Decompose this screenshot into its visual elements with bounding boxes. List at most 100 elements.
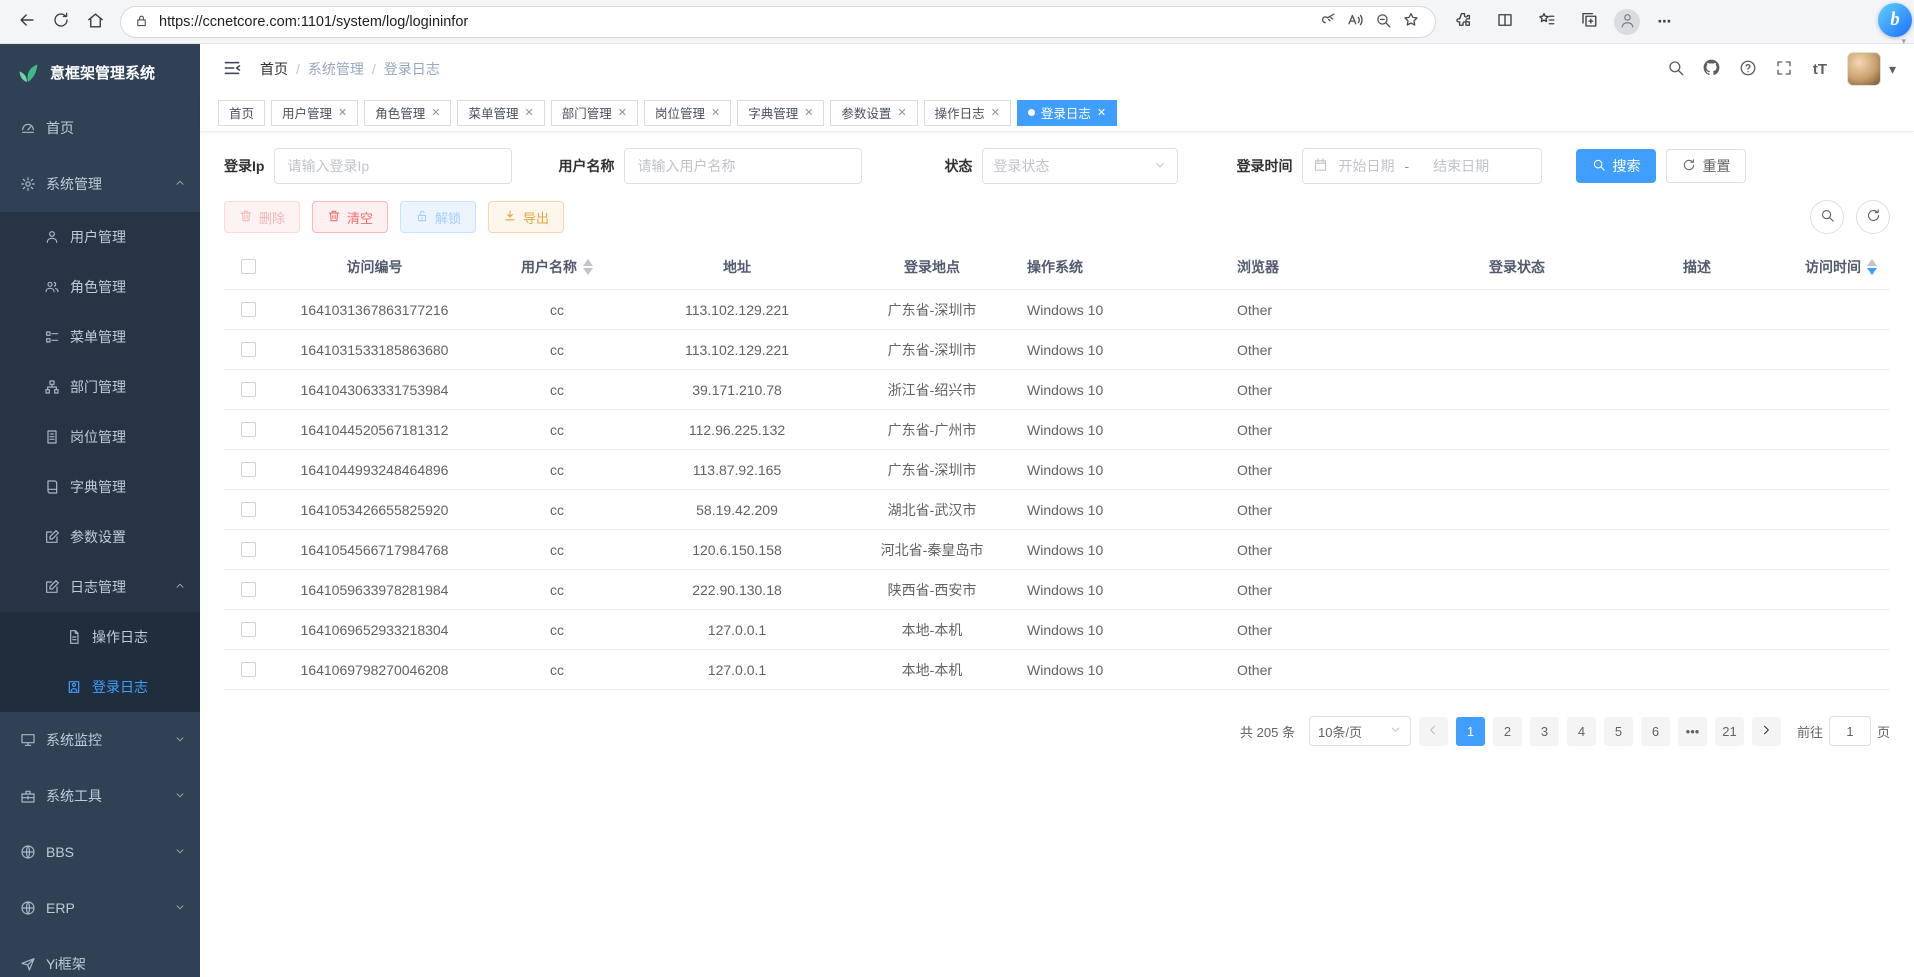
- row-checkbox[interactable]: [241, 502, 256, 517]
- sidebar-item-15[interactable]: ERP: [0, 880, 200, 936]
- home-icon[interactable]: [78, 5, 112, 39]
- tab-close-icon[interactable]: ✕: [618, 106, 627, 119]
- table-row[interactable]: 1641044520567181312cc112.96.225.132广东省-广…: [224, 410, 1890, 450]
- jump-page-input[interactable]: [1829, 716, 1871, 746]
- page-size-select[interactable]: 10条/页: [1309, 716, 1411, 746]
- row-checkbox[interactable]: [241, 302, 256, 317]
- password-key-icon[interactable]: [1313, 8, 1341, 36]
- unlock-button[interactable]: 解锁: [400, 201, 476, 233]
- browser-menu-icon[interactable]: ⋯: [1648, 5, 1682, 39]
- page-button-1[interactable]: 1: [1456, 717, 1485, 746]
- table-search-toggle-icon[interactable]: [1810, 200, 1844, 234]
- table-row[interactable]: 1641031367863177216cc113.102.129.221广东省-…: [224, 290, 1890, 330]
- prev-page-button[interactable]: [1419, 717, 1448, 746]
- read-aloud-icon[interactable]: [1341, 8, 1369, 36]
- export-button[interactable]: 导出: [488, 201, 564, 233]
- page-button-21[interactable]: 21: [1715, 717, 1744, 746]
- table-row[interactable]: 1641069652933218304cc127.0.0.1本地-本机Windo…: [224, 610, 1890, 650]
- delete-button[interactable]: 删除: [224, 201, 300, 233]
- tab-close-icon[interactable]: ✕: [804, 106, 813, 119]
- tab-7[interactable]: 参数设置✕: [830, 100, 917, 126]
- favorites-star-icon[interactable]: [1397, 8, 1425, 36]
- header-search-icon[interactable]: [1661, 54, 1691, 84]
- table-row[interactable]: 1641059633978281984cc222.90.130.18陕西省-西安…: [224, 570, 1890, 610]
- sidebar-item-2[interactable]: 用户管理: [0, 212, 200, 262]
- table-row[interactable]: 1641054566717984768cc120.6.150.158河北省-秦皇…: [224, 530, 1890, 570]
- collections-icon[interactable]: [1572, 5, 1606, 39]
- zoom-out-icon[interactable]: [1369, 8, 1397, 36]
- page-button-4[interactable]: 4: [1567, 717, 1596, 746]
- sidebar-item-3[interactable]: 角色管理: [0, 262, 200, 312]
- filter-ip-input[interactable]: [274, 148, 512, 184]
- page-button-6[interactable]: 6: [1641, 717, 1670, 746]
- clear-button[interactable]: 清空: [312, 201, 388, 233]
- bing-sidebar-icon[interactable]: b: [1878, 3, 1912, 37]
- sidebar-item-16[interactable]: Yi框架: [0, 936, 200, 977]
- filter-status-select[interactable]: 登录状态: [982, 148, 1178, 184]
- font-size-icon[interactable]: tT: [1805, 54, 1835, 84]
- row-checkbox[interactable]: [241, 582, 256, 597]
- extensions-icon[interactable]: [1446, 5, 1480, 39]
- avatar-caret-icon[interactable]: ▾: [1889, 61, 1896, 78]
- sidebar-item-4[interactable]: 菜单管理: [0, 312, 200, 362]
- sidebar-item-9[interactable]: 日志管理: [0, 562, 200, 612]
- split-screen-icon[interactable]: [1488, 5, 1522, 39]
- tab-close-icon[interactable]: ✕: [525, 106, 534, 119]
- app-logo[interactable]: 意框架管理系统: [0, 44, 200, 100]
- sidebar-item-0[interactable]: 首页: [0, 100, 200, 156]
- table-row[interactable]: 1641031533185863680cc113.102.129.221广东省-…: [224, 330, 1890, 370]
- sidebar-item-5[interactable]: 部门管理: [0, 362, 200, 412]
- tab-1[interactable]: 用户管理✕: [271, 100, 358, 126]
- filter-username-input[interactable]: [624, 148, 862, 184]
- row-checkbox[interactable]: [241, 342, 256, 357]
- tab-0[interactable]: 首页: [218, 100, 265, 126]
- tab-close-icon[interactable]: ✕: [338, 106, 347, 119]
- sort-carets-icon[interactable]: [1867, 259, 1877, 275]
- select-all-checkbox[interactable]: [241, 259, 256, 274]
- sidebar-item-12[interactable]: 系统监控: [0, 712, 200, 768]
- row-checkbox[interactable]: [241, 382, 256, 397]
- sidebar-item-6[interactable]: 岗位管理: [0, 412, 200, 462]
- tab-5[interactable]: 岗位管理✕: [644, 100, 731, 126]
- page-button-3[interactable]: 3: [1530, 717, 1559, 746]
- back-icon[interactable]: [10, 5, 44, 39]
- row-checkbox[interactable]: [241, 542, 256, 557]
- sidebar-item-8[interactable]: 参数设置: [0, 512, 200, 562]
- sidebar-item-1[interactable]: 系统管理: [0, 156, 200, 212]
- tab-close-icon[interactable]: ✕: [711, 106, 720, 119]
- tab-6[interactable]: 字典管理✕: [737, 100, 824, 126]
- tab-close-icon[interactable]: ✕: [897, 106, 906, 119]
- column-header[interactable]: 访问时间: [1792, 257, 1890, 277]
- menu-fold-icon[interactable]: [218, 55, 246, 83]
- refresh-icon[interactable]: [44, 5, 78, 39]
- row-checkbox[interactable]: [241, 662, 256, 677]
- page-ellipsis[interactable]: •••: [1678, 717, 1707, 746]
- sidebar-item-7[interactable]: 字典管理: [0, 462, 200, 512]
- sidebar-item-11[interactable]: 登录日志: [0, 662, 200, 712]
- tab-close-icon[interactable]: ✕: [431, 106, 440, 119]
- breadcrumb-system[interactable]: 系统管理: [308, 59, 364, 79]
- sidebar-item-14[interactable]: BBS: [0, 824, 200, 880]
- search-button[interactable]: 搜索: [1576, 149, 1656, 183]
- page-button-2[interactable]: 2: [1493, 717, 1522, 746]
- sort-carets-icon[interactable]: [583, 259, 593, 275]
- user-avatar[interactable]: [1847, 52, 1881, 86]
- address-bar[interactable]: https://ccnetcore.com:1101/system/log/lo…: [120, 6, 1436, 38]
- tab-2[interactable]: 角色管理✕: [364, 100, 451, 126]
- sidebar-item-10[interactable]: 操作日志: [0, 612, 200, 662]
- favorites-bar-icon[interactable]: [1530, 5, 1564, 39]
- bing-caret-icon[interactable]: ▾: [1901, 36, 1906, 47]
- reset-button[interactable]: 重置: [1666, 149, 1746, 183]
- tab-9[interactable]: 登录日志✕: [1017, 100, 1117, 126]
- breadcrumb-home[interactable]: 首页: [260, 59, 288, 79]
- url-text[interactable]: https://ccnetcore.com:1101/system/log/lo…: [159, 14, 1313, 30]
- table-row[interactable]: 1641053426655825920cc58.19.42.209湖北省-武汉市…: [224, 490, 1890, 530]
- table-row[interactable]: 1641044993248464896cc113.87.92.165广东省-深圳…: [224, 450, 1890, 490]
- filter-daterange[interactable]: 开始日期 - 结束日期: [1302, 148, 1542, 184]
- tab-4[interactable]: 部门管理✕: [551, 100, 638, 126]
- table-refresh-icon[interactable]: [1856, 200, 1890, 234]
- tab-3[interactable]: 菜单管理✕: [457, 100, 544, 126]
- tab-close-icon[interactable]: ✕: [1097, 106, 1106, 119]
- tab-close-icon[interactable]: ✕: [991, 106, 1000, 119]
- tab-8[interactable]: 操作日志✕: [924, 100, 1011, 126]
